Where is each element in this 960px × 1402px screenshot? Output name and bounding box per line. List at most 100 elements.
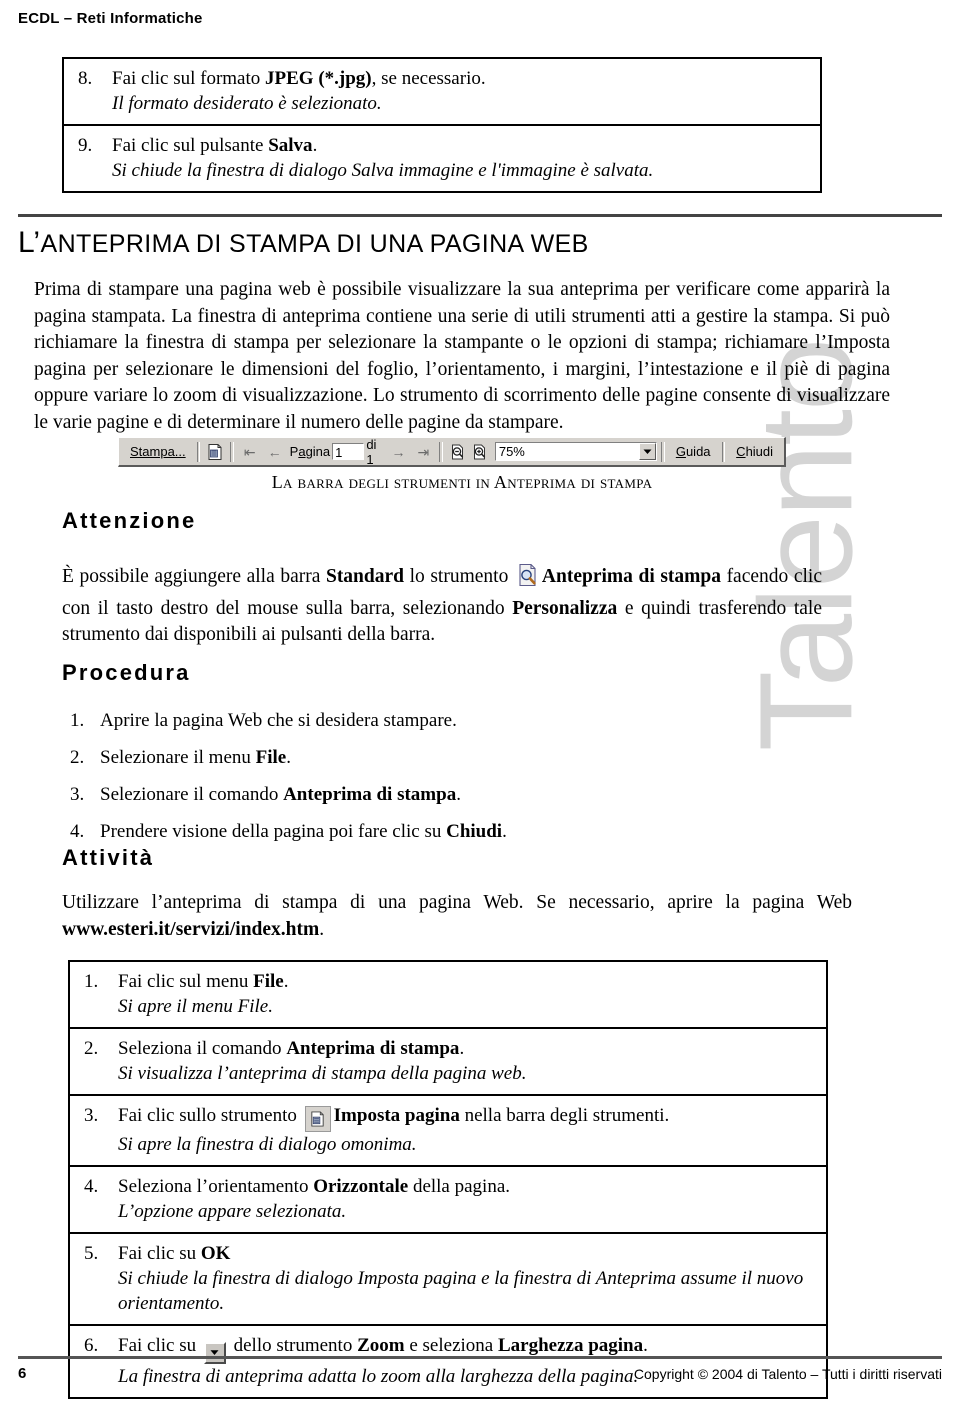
list-text-suffix: .	[456, 784, 461, 805]
table-row: 9. Fai clic sul pulsante Salva. Si chiud…	[64, 124, 820, 191]
step-number: 5.	[84, 1243, 99, 1264]
step-result: Si visualizza l’anteprima di stampa dell…	[118, 1063, 527, 1084]
step-bold: Orizzontale	[313, 1176, 409, 1197]
attivita-text-b: .	[319, 918, 325, 940]
list-item: 1. Aprire la pagina Web che si desidera …	[70, 708, 770, 733]
step-text: Fai clic sullo strumento Imposta pagina …	[118, 1103, 816, 1157]
step-prefix: Fai clic sul menu	[118, 971, 254, 992]
step-bold-2: Larghezza pagina	[497, 1335, 644, 1356]
toolbar-help-button[interactable]: Guida	[669, 441, 718, 463]
page-number-input[interactable]: 1	[332, 443, 365, 460]
bottom-steps-table: 1. Fai clic sul menu File. Si apre il me…	[68, 960, 828, 1399]
step-prefix: Fai clic su	[118, 1243, 201, 1264]
first-page-icon[interactable]: ⇤	[238, 443, 262, 461]
list-text-prefix: Prendere visione della pagina poi fare c…	[100, 821, 447, 842]
section-intro-paragraph: Prima di stampare una pagina web è possi…	[34, 279, 890, 433]
list-item: 2. Selezionare il menu File.	[70, 745, 770, 770]
list-number: 4.	[70, 821, 85, 842]
step-text: Fai clic su OK Si chiude la finestra di …	[118, 1241, 816, 1316]
list-text-bold: Chiudi	[446, 821, 503, 842]
section-title-initial: L’	[18, 226, 41, 259]
toolbar-separator	[721, 441, 726, 462]
step-text: Fai clic sul menu File. Si apre il menu …	[118, 969, 816, 1019]
zoom-out-icon[interactable]	[449, 442, 467, 462]
attenzione-bold-standard: Standard	[325, 566, 404, 587]
step-suffix: e seleziona	[404, 1335, 498, 1356]
step-action-suffix: , se necessario.	[371, 68, 486, 89]
step-number: 8.	[78, 68, 93, 89]
footer-rule	[18, 1356, 942, 1359]
step-action-bold: Salva	[268, 135, 313, 156]
list-text: Selezionare il menu File.	[100, 745, 291, 770]
list-text: Prendere visione della pagina poi fare c…	[100, 819, 507, 844]
footer-page-number: 6	[18, 1365, 27, 1382]
step-suffix: nella barra degli strumenti.	[459, 1105, 670, 1126]
list-number: 2.	[70, 747, 85, 768]
table-row: 1. Fai clic sul menu File. Si apre il me…	[70, 962, 826, 1027]
step-result: L’opzione appare selezionata.	[118, 1201, 347, 1222]
toolbar-close-button[interactable]: Chiudi	[729, 441, 780, 463]
step-action-bold: JPEG (*.jpg)	[265, 68, 372, 89]
print-preview-toolbar: Stampa... ⇤ ← Pagina 1 di 1 → ⇥ 75% Guid…	[118, 437, 786, 467]
step-result: Si apre la finestra di dialogo omonima.	[118, 1134, 417, 1155]
step-text: Fai clic sul formato JPEG (*.jpg), se ne…	[112, 66, 810, 116]
table-row: 6. Fai clic su dello strumento Zoom e se…	[70, 1324, 826, 1397]
zoom-in-icon[interactable]	[471, 442, 489, 462]
step-prefix: Fai clic su	[118, 1335, 201, 1356]
top-steps-table: 8. Fai clic sul formato JPEG (*.jpg), se…	[62, 57, 822, 193]
table-row: 8. Fai clic sul formato JPEG (*.jpg), se…	[64, 59, 820, 124]
table-row: 3. Fai clic sullo strumento Imposta pagi…	[70, 1094, 826, 1165]
list-number: 1.	[70, 710, 85, 731]
dropdown-arrow-icon[interactable]	[203, 1341, 226, 1364]
document-page: Talento ECDL – Reti Informatiche 8. Fai …	[0, 0, 960, 1402]
help-label-rest: uida	[685, 443, 711, 459]
step-number: 4.	[84, 1176, 99, 1197]
step-bold: File	[253, 971, 284, 992]
table-row: 2. Seleziona il comando Anteprima di sta…	[70, 1027, 826, 1094]
step-text: Seleziona l’orientamento Orizzontale del…	[118, 1174, 816, 1224]
step-action-suffix: .	[312, 135, 318, 156]
step-number: 9.	[78, 135, 93, 156]
footer-copyright: Copyright © 2004 di Talento – Tutti i di…	[633, 1366, 942, 1382]
step-suffix-2: .	[643, 1335, 648, 1356]
toolbar-print-button[interactable]: Stampa...	[123, 441, 193, 463]
step-suffix: .	[459, 1038, 465, 1059]
step-result: Si chiude la finestra di dialogo Imposta…	[118, 1268, 804, 1314]
step-number: 2.	[84, 1038, 99, 1059]
attenzione-bold-personalizza: Personalizza	[512, 597, 618, 619]
step-text: Seleziona il comando Anteprima di stampa…	[118, 1036, 816, 1086]
zoom-combobox[interactable]: 75%	[494, 442, 658, 461]
step-mid: dello strumento	[228, 1335, 358, 1356]
step-number: 1.	[84, 971, 99, 992]
page-setup-icon[interactable]	[304, 1106, 331, 1132]
step-result: Si chiude la finestra di dialogo Salva i…	[112, 160, 654, 181]
step-action-prefix: Fai clic sul pulsante	[112, 135, 269, 156]
procedura-heading: Procedura	[62, 660, 191, 685]
toolbar-separator	[230, 441, 234, 462]
page-label-rest: gina	[305, 444, 331, 459]
previous-page-icon[interactable]: ←	[262, 443, 288, 461]
step-number: 3.	[84, 1105, 99, 1126]
attenzione-text-b: lo strumento	[404, 566, 514, 587]
zoom-value: 75%	[498, 444, 525, 459]
step-suffix: della pagina.	[408, 1176, 511, 1197]
step-text: Fai clic sul pulsante Salva. Si chiude l…	[112, 133, 810, 183]
page-setup-icon[interactable]	[206, 442, 224, 462]
toolbar-print-label: Stampa...	[130, 443, 186, 459]
step-prefix: Fai clic sullo strumento	[118, 1105, 302, 1126]
last-page-icon[interactable]: ⇥	[411, 443, 435, 461]
attenzione-bold-anteprima: Anteprima di stampa	[541, 566, 721, 587]
section-title-rest: ANTEPRIMA DI STAMPA DI UNA PAGINA WEB	[40, 230, 589, 258]
list-number: 3.	[70, 784, 85, 805]
chevron-down-icon[interactable]	[639, 443, 657, 460]
step-bold: Imposta pagina	[333, 1105, 460, 1126]
print-preview-icon	[517, 563, 539, 596]
list-item: 3. Selezionare il comando Anteprima di s…	[70, 782, 770, 807]
attivita-url: www.esteri.it/servizi/index.htm	[62, 918, 320, 940]
step-bold: Anteprima di stampa	[286, 1038, 460, 1059]
step-prefix: Seleziona l’orientamento	[118, 1176, 314, 1197]
next-page-icon[interactable]: →	[385, 443, 411, 461]
list-text-suffix: .	[286, 747, 291, 768]
toolbar-page-label: Pagina	[289, 444, 331, 459]
attivita-text-a: Utilizzare l’anteprima di stampa di una …	[62, 892, 852, 913]
